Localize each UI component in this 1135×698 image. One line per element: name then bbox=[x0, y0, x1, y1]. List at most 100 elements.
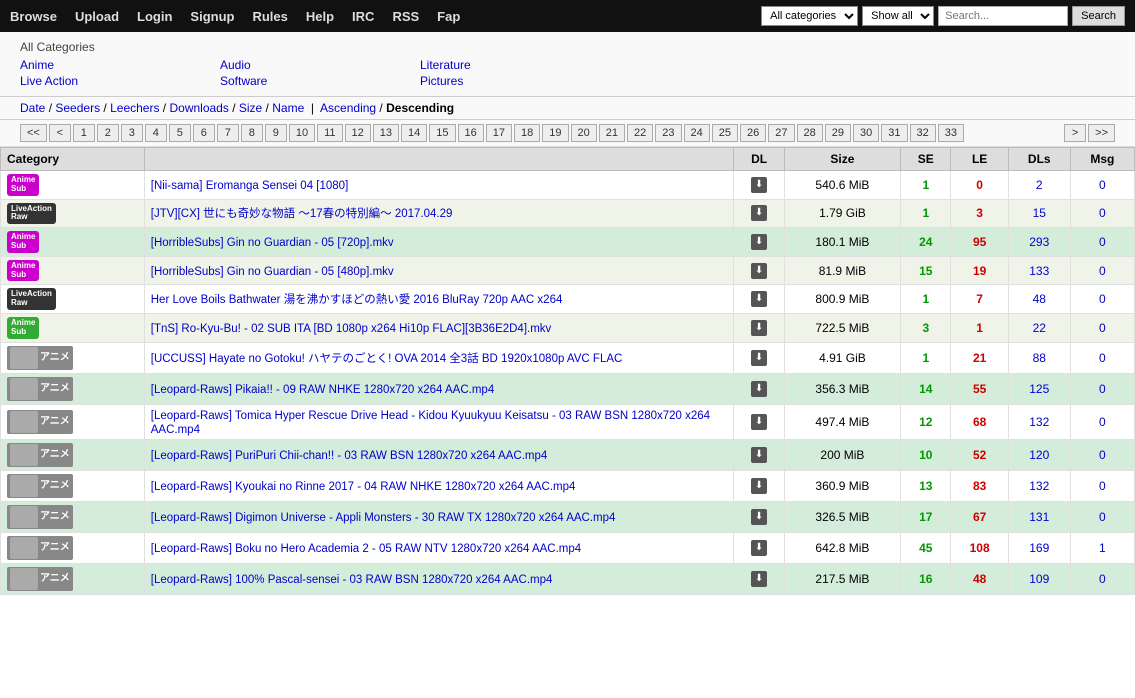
pag-12[interactable]: 12 bbox=[345, 124, 371, 142]
pag-next[interactable]: > bbox=[1064, 124, 1086, 142]
pag-18[interactable]: 18 bbox=[514, 124, 540, 142]
pag-5[interactable]: 5 bbox=[169, 124, 191, 142]
pag-first[interactable]: << bbox=[20, 124, 47, 142]
pag-3[interactable]: 3 bbox=[121, 124, 143, 142]
torrent-link[interactable]: [HorribleSubs] Gin no Guardian - 05 [720… bbox=[151, 237, 394, 249]
cat-software[interactable]: Software bbox=[220, 74, 420, 88]
sort-descending[interactable]: Descending bbox=[386, 101, 454, 115]
torrent-link[interactable]: [Leopard-Raws] PuriPuri Chii-chan!! - 03… bbox=[151, 450, 548, 462]
cell-category: LiveActionRaw bbox=[1, 199, 145, 228]
show-select[interactable]: Show all bbox=[862, 6, 934, 26]
sort-leechers[interactable]: Leechers bbox=[110, 101, 159, 115]
pag-prev[interactable]: < bbox=[49, 124, 71, 142]
download-icon[interactable]: ⬇ bbox=[751, 540, 767, 556]
torrent-link[interactable]: [Leopard-Raws] Kyoukai no Rinne 2017 - 0… bbox=[151, 481, 576, 493]
pag-29[interactable]: 29 bbox=[825, 124, 851, 142]
nav-signup[interactable]: Signup bbox=[190, 9, 234, 24]
pag-21[interactable]: 21 bbox=[599, 124, 625, 142]
nav-help[interactable]: Help bbox=[306, 9, 334, 24]
download-icon[interactable]: ⬇ bbox=[751, 291, 767, 307]
download-icon[interactable]: ⬇ bbox=[751, 509, 767, 525]
pag-8[interactable]: 8 bbox=[241, 124, 263, 142]
torrent-link[interactable]: [JTV][CX] 世にも奇妙な物語 ～17春の特別編～ 2017.04.29 bbox=[151, 208, 453, 220]
sort-date[interactable]: Date bbox=[20, 101, 45, 115]
nav-browse[interactable]: Browse bbox=[10, 9, 57, 24]
sort-ascending[interactable]: Ascending bbox=[320, 101, 376, 115]
pag-25[interactable]: 25 bbox=[712, 124, 738, 142]
download-icon[interactable]: ⬇ bbox=[751, 571, 767, 587]
cat-liveaction[interactable]: Live Action bbox=[20, 74, 220, 88]
pag-16[interactable]: 16 bbox=[458, 124, 484, 142]
torrent-link[interactable]: Her Love Boils Bathwater 湯を沸かすほどの熱い愛 201… bbox=[151, 294, 563, 306]
nav-fap[interactable]: Fap bbox=[437, 9, 460, 24]
download-icon[interactable]: ⬇ bbox=[751, 350, 767, 366]
sort-size[interactable]: Size bbox=[239, 101, 262, 115]
nav-rules[interactable]: Rules bbox=[252, 9, 287, 24]
pag-20[interactable]: 20 bbox=[571, 124, 597, 142]
sort-name[interactable]: Name bbox=[272, 101, 304, 115]
sort-downloads[interactable]: Downloads bbox=[169, 101, 228, 115]
torrent-link[interactable]: [Leopard-Raws] Boku no Hero Academia 2 -… bbox=[151, 543, 581, 555]
nav-upload[interactable]: Upload bbox=[75, 9, 119, 24]
pag-31[interactable]: 31 bbox=[881, 124, 907, 142]
pag-32[interactable]: 32 bbox=[910, 124, 936, 142]
pag-4[interactable]: 4 bbox=[145, 124, 167, 142]
badge-animeraw: アニメ bbox=[7, 410, 73, 434]
pag-1[interactable]: 1 bbox=[73, 124, 95, 142]
pag-19[interactable]: 19 bbox=[542, 124, 568, 142]
pag-26[interactable]: 26 bbox=[740, 124, 766, 142]
cell-dl: ⬇ bbox=[734, 199, 784, 228]
download-icon[interactable]: ⬇ bbox=[751, 381, 767, 397]
torrent-link[interactable]: [UCCUSS] Hayate no Gotoku! ハヤテのごとく! OVA … bbox=[151, 353, 623, 365]
search-button[interactable]: Search bbox=[1072, 6, 1125, 26]
torrent-link[interactable]: [Leopard-Raws] Tomica Hyper Rescue Drive… bbox=[151, 410, 710, 436]
all-categories-link[interactable]: All Categories bbox=[20, 40, 1115, 54]
cat-pictures[interactable]: Pictures bbox=[420, 74, 620, 88]
pag-23[interactable]: 23 bbox=[655, 124, 681, 142]
download-icon[interactable]: ⬇ bbox=[751, 447, 767, 463]
cell-se: 45 bbox=[901, 532, 951, 563]
category-select[interactable]: All categories bbox=[761, 6, 858, 26]
pag-2[interactable]: 2 bbox=[97, 124, 119, 142]
download-icon[interactable]: ⬇ bbox=[751, 205, 767, 221]
pag-15[interactable]: 15 bbox=[429, 124, 455, 142]
torrent-link[interactable]: [Leopard-Raws] Digimon Universe - Appli … bbox=[151, 512, 616, 524]
download-icon[interactable]: ⬇ bbox=[751, 414, 767, 430]
pag-last[interactable]: >> bbox=[1088, 124, 1115, 142]
nav-login[interactable]: Login bbox=[137, 9, 172, 24]
pag-13[interactable]: 13 bbox=[373, 124, 399, 142]
download-icon[interactable]: ⬇ bbox=[751, 177, 767, 193]
pag-10[interactable]: 10 bbox=[289, 124, 315, 142]
pag-7[interactable]: 7 bbox=[217, 124, 239, 142]
cell-name: [TnS] Ro-Kyu-Bu! - 02 SUB ITA [BD 1080p … bbox=[144, 313, 734, 342]
pag-30[interactable]: 30 bbox=[853, 124, 879, 142]
pag-6[interactable]: 6 bbox=[193, 124, 215, 142]
torrent-link[interactable]: [TnS] Ro-Kyu-Bu! - 02 SUB ITA [BD 1080p … bbox=[151, 323, 552, 335]
pag-11[interactable]: 11 bbox=[317, 124, 342, 142]
cat-anime[interactable]: Anime bbox=[20, 58, 220, 72]
cat-audio[interactable]: Audio bbox=[220, 58, 420, 72]
pag-22[interactable]: 22 bbox=[627, 124, 653, 142]
download-icon[interactable]: ⬇ bbox=[751, 263, 767, 279]
torrent-link[interactable]: [Leopard-Raws] Pikaia!! - 09 RAW NHKE 12… bbox=[151, 384, 494, 396]
pag-9[interactable]: 9 bbox=[265, 124, 287, 142]
pag-33[interactable]: 33 bbox=[938, 124, 964, 142]
torrent-link[interactable]: [HorribleSubs] Gin no Guardian - 05 [480… bbox=[151, 266, 394, 278]
pag-17[interactable]: 17 bbox=[486, 124, 512, 142]
cat-literature[interactable]: Literature bbox=[420, 58, 620, 72]
torrent-link[interactable]: [Leopard-Raws] 100% Pascal-sensei - 03 R… bbox=[151, 574, 553, 586]
torrent-link[interactable]: [Nii-sama] Eromanga Sensei 04 [1080] bbox=[151, 180, 349, 192]
nav-irc[interactable]: IRC bbox=[352, 9, 374, 24]
pag-28[interactable]: 28 bbox=[797, 124, 823, 142]
cell-se: 14 bbox=[901, 373, 951, 404]
col-dl: DL bbox=[734, 148, 784, 171]
pag-27[interactable]: 27 bbox=[768, 124, 794, 142]
nav-rss[interactable]: RSS bbox=[392, 9, 419, 24]
pag-24[interactable]: 24 bbox=[684, 124, 710, 142]
download-icon[interactable]: ⬇ bbox=[751, 478, 767, 494]
search-input[interactable] bbox=[938, 6, 1068, 26]
download-icon[interactable]: ⬇ bbox=[751, 320, 767, 336]
pag-14[interactable]: 14 bbox=[401, 124, 427, 142]
download-icon[interactable]: ⬇ bbox=[751, 234, 767, 250]
sort-seeders[interactable]: Seeders bbox=[55, 101, 100, 115]
